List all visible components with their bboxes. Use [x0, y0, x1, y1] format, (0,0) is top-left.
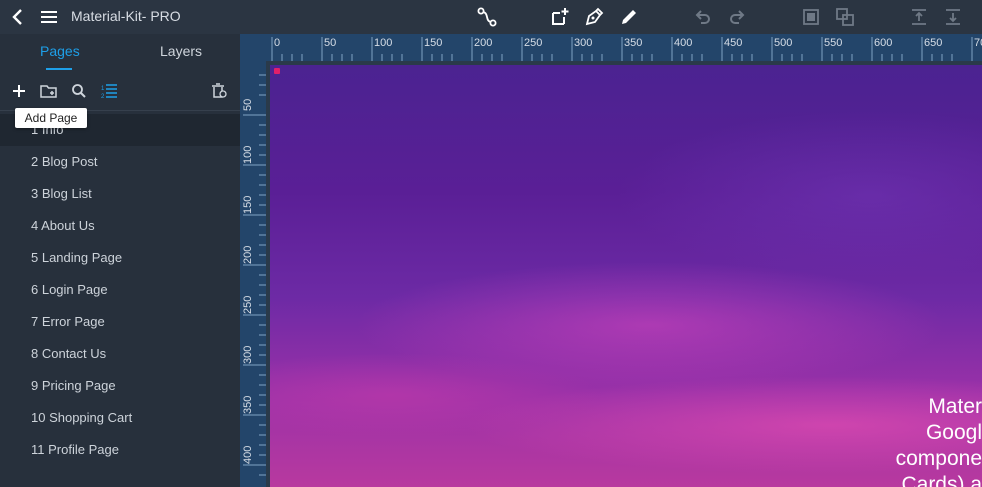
page-label: 11 Profile Page: [31, 442, 119, 457]
ruler-label: 200: [474, 37, 493, 49]
list-item[interactable]: 3 Blog List: [0, 178, 240, 210]
list-item[interactable]: 5 Landing Page: [0, 242, 240, 274]
ruler-ticks: [271, 37, 973, 61]
chevron-left-icon[interactable]: [6, 5, 30, 29]
ruler-label: 100: [242, 145, 254, 164]
page-label: 8 Contact Us: [31, 346, 107, 361]
page-label: 2 Blog Post: [31, 154, 98, 169]
page-label: 7 Error Page: [31, 314, 105, 329]
send-backward-icon[interactable]: [941, 5, 965, 29]
list-item[interactable]: 2 Blog Post: [0, 146, 240, 178]
list-item[interactable]: 8 Contact Us: [0, 338, 240, 370]
redo-icon[interactable]: [725, 5, 749, 29]
add-folder-icon[interactable]: [38, 80, 60, 102]
add-page-tooltip: Add Page: [15, 108, 87, 128]
ordered-list-icon[interactable]: 12: [98, 80, 120, 102]
page-label: 6 Login Page: [31, 282, 108, 297]
horizontal-ruler[interactable]: 0 50 100 150 200 250 300 350 400 450 500…: [240, 34, 982, 61]
svg-text:2: 2: [101, 94, 105, 99]
undo-icon[interactable]: [691, 5, 715, 29]
list-item[interactable]: 6 Login Page: [0, 274, 240, 306]
ruler-ticks: [243, 74, 266, 476]
list-item[interactable]: 7 Error Page: [0, 306, 240, 338]
ruler-label: 50: [324, 37, 337, 49]
ruler-label: 350: [242, 395, 254, 414]
active-tab-indicator: [46, 68, 72, 70]
svg-text:1: 1: [101, 86, 105, 92]
app-title: Material-Kit- PRO: [71, 8, 181, 24]
ruler-label: 400: [674, 37, 693, 49]
ruler-label: 700: [974, 37, 982, 49]
lock-icon[interactable]: [274, 68, 280, 74]
ruler-label: 650: [924, 37, 943, 49]
hamburger-menu-icon[interactable]: [37, 5, 61, 29]
pencil-icon[interactable]: [617, 5, 641, 29]
list-item[interactable]: 9 Pricing Page: [0, 370, 240, 402]
bring-forward-icon[interactable]: [907, 5, 931, 29]
ruler-label: 0: [274, 37, 281, 49]
ruler-label: 300: [574, 37, 593, 49]
text-line: Mater: [928, 395, 982, 418]
text-line: Cards) a: [901, 473, 982, 487]
ruler-label: 550: [824, 37, 843, 49]
ruler-label: 300: [242, 345, 254, 364]
ruler-label: 150: [424, 37, 443, 49]
search-icon[interactable]: [68, 80, 90, 102]
ruler-label: 150: [242, 195, 254, 214]
ruler-label: 350: [624, 37, 643, 49]
delete-page-icon[interactable]: [208, 80, 230, 102]
add-artboard-icon[interactable]: [548, 5, 572, 29]
connector-icon[interactable]: [475, 5, 499, 29]
ruler-corner: [240, 34, 266, 61]
group-icon[interactable]: [799, 5, 823, 29]
pen-tool-icon[interactable]: [582, 5, 606, 29]
ruler-label: 600: [874, 37, 893, 49]
text-line: compone: [895, 447, 982, 470]
ruler-label: 200: [242, 245, 254, 264]
page-label: 4 About Us: [31, 218, 95, 233]
ruler-label: 500: [774, 37, 793, 49]
text-line: Googl: [925, 421, 982, 444]
vertical-ruler[interactable]: 50 100 150 200 250 300 350 400: [240, 61, 266, 487]
artboard-text[interactable]: Mater Googl compone Cards) a: [782, 394, 982, 487]
page-label: 9 Pricing Page: [31, 378, 116, 393]
list-item[interactable]: 11 Profile Page: [0, 434, 240, 466]
top-toolbar: Material-Kit- PRO: [0, 0, 982, 34]
list-item[interactable]: 10 Shopping Cart: [0, 402, 240, 434]
ruler-label: 250: [242, 295, 254, 314]
ruler-label: 250: [524, 37, 543, 49]
ruler-label: 450: [724, 37, 743, 49]
ruler-label: 50: [242, 98, 254, 111]
list-item[interactable]: 4 About Us: [0, 210, 240, 242]
page-label: 10 Shopping Cart: [31, 410, 133, 425]
pages-panel: Pages Layers 12 1 Info 2 Blog Post 3 Blo…: [0, 34, 240, 487]
tab-layers[interactable]: Layers: [160, 43, 202, 59]
artboard[interactable]: Mater Googl compone Cards) a: [270, 65, 982, 487]
ruler-label: 400: [242, 445, 254, 464]
page-label: 5 Landing Page: [31, 250, 123, 265]
plus-icon[interactable]: [8, 80, 30, 102]
ungroup-icon[interactable]: [833, 5, 857, 29]
ruler-label: 100: [374, 37, 393, 49]
page-label: 3 Blog List: [31, 186, 92, 201]
tab-pages[interactable]: Pages: [40, 43, 80, 59]
